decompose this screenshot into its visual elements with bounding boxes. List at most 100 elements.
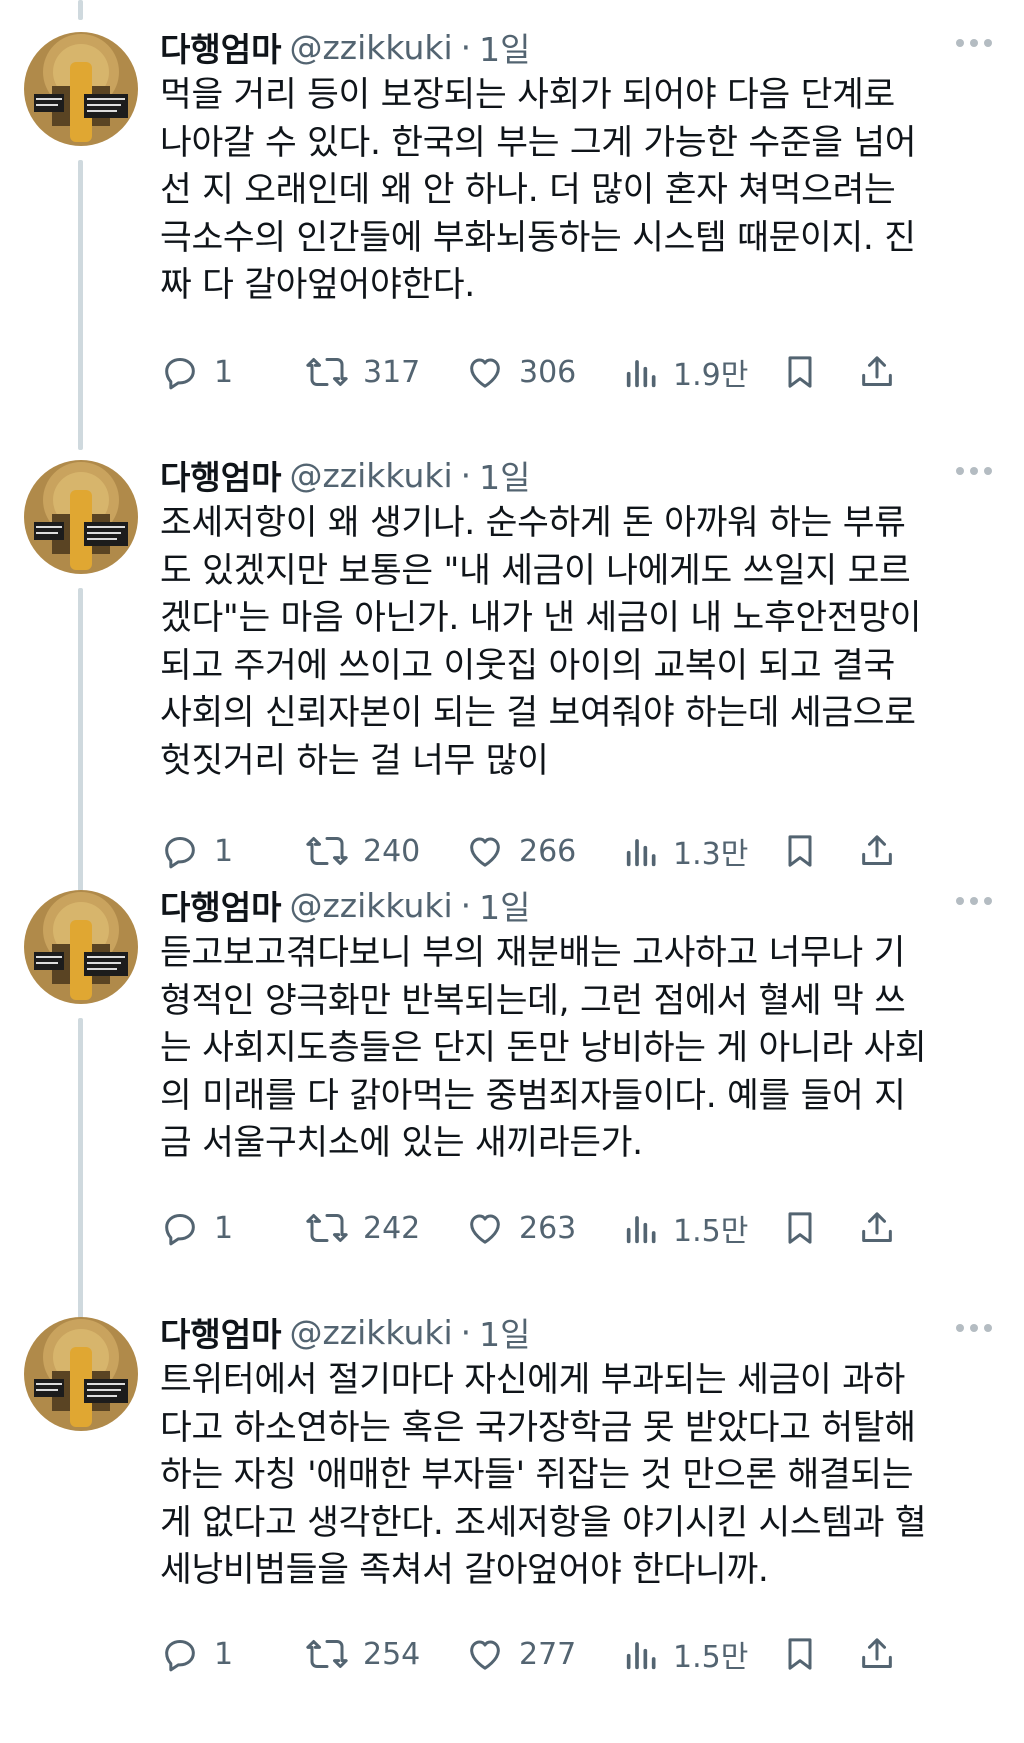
like-count: 263 [519, 1210, 577, 1246]
reply-icon [165, 1214, 195, 1246]
share-icon [862, 356, 892, 386]
share-button[interactable] [857, 1629, 897, 1679]
reply-button[interactable]: 1 [160, 1629, 233, 1679]
tweet-text-line: 형적인 양극화만 반복되는데, 그런 점에서 혈세 막 쓰 [160, 980, 906, 1021]
tweet-header: 다행엄마 @zzikkuki · 1일 [160, 450, 531, 500]
repost-button[interactable]: 242 [305, 1203, 420, 1253]
author-handle[interactable]: @zzikkuki [289, 456, 452, 495]
avatar-image [24, 890, 138, 1004]
timestamp[interactable]: 1일 [479, 1308, 530, 1356]
tweet[interactable]: 다행엄마 @zzikkuki · 1일 트위터에서 절기마다 자신에게 부과되는… [0, 1285, 1024, 1743]
author-name[interactable]: 다행엄마 [160, 23, 281, 71]
like-icon [470, 1214, 500, 1244]
bookmark-button[interactable] [780, 1203, 820, 1253]
like-icon [470, 1640, 500, 1670]
author-handle[interactable]: @zzikkuki [289, 1313, 452, 1352]
timestamp[interactable]: 1일 [479, 451, 530, 499]
reply-button[interactable]: 1 [160, 347, 233, 397]
views-button[interactable]: 1.9만 [625, 347, 748, 397]
tweet[interactable]: 다행엄마 @zzikkuki · 1일 먹을 거리 등이 보장되는 사회가 되어… [0, 0, 1024, 428]
share-icon [862, 1212, 892, 1242]
tweet-text-line: 나아갈 수 있다. 한국의 부는 그게 가능한 수준을 넘어 [160, 122, 917, 163]
action-bar: 1 242 263 1.5만 [160, 1203, 1010, 1253]
tweet-text-line: 도 있겠지만 보통은 "내 세금이 나에게도 쓰일지 모르 [160, 550, 911, 591]
share-button[interactable] [857, 1203, 897, 1253]
views-count: 1.5만 [673, 1214, 749, 1249]
reply-count: 1 [214, 1636, 234, 1672]
separator-dot: · [460, 885, 472, 925]
bookmark-button[interactable] [780, 347, 820, 397]
separator-dot: · [460, 27, 472, 67]
tweet-header: 다행엄마 @zzikkuki · 1일 [160, 880, 531, 930]
repost-button[interactable]: 254 [305, 1629, 420, 1679]
like-icon [470, 358, 500, 388]
views-button[interactable]: 1.5만 [625, 1629, 748, 1679]
reply-button[interactable]: 1 [160, 1203, 233, 1253]
bookmark-icon [788, 1638, 812, 1670]
timestamp[interactable]: 1일 [479, 881, 530, 929]
repost-icon [306, 1214, 348, 1242]
more-icon[interactable] [956, 464, 994, 478]
tweet-text-line: 트위터에서 절기마다 자신에게 부과되는 세금이 과하 [160, 1360, 906, 1400]
tweet-text-line: 의 미래를 다 갉아먹는 중범죄자들이다. 예를 들어 지 [160, 1075, 906, 1116]
more-icon[interactable] [956, 1321, 994, 1335]
tweet-text: 먹을 거리 등이 보장되는 사회가 되어야 다음 단계로 나아갈 수 있다. 한… [160, 72, 1000, 310]
tweet-text-line: 다고 하소연하는 혹은 국가장학금 못 받았다고 허탈해 [160, 1407, 916, 1448]
timestamp[interactable]: 1일 [479, 23, 530, 71]
tweet-text-line: 헛짓거리 하는 걸 너무 많이 [160, 740, 549, 781]
author-name[interactable]: 다행엄마 [160, 1308, 281, 1356]
views-button[interactable]: 1.5만 [625, 1203, 748, 1253]
more-icon[interactable] [956, 36, 994, 50]
action-bar: 1 317 306 1.9만 [160, 347, 1010, 397]
tweet-text-line: 금 서울구치소에 있는 새끼라든가. [160, 1123, 643, 1163]
like-count: 306 [519, 354, 577, 390]
tweet-text-line: 사회의 신뢰자본이 되는 걸 보여줘야 하는데 세금으로 [160, 693, 916, 733]
repost-count: 242 [363, 1210, 421, 1246]
repost-icon [306, 1640, 348, 1668]
tweet-text-line: 먹을 거리 등이 보장되는 사회가 되어야 다음 단계로 [160, 75, 895, 115]
tweet-thread: 다행엄마 @zzikkuki · 1일 먹을 거리 등이 보장되는 사회가 되어… [0, 0, 1024, 1743]
avatar[interactable] [24, 890, 138, 1004]
tweet-text-line: 게 없다고 생각한다. 조세저항을 야기시킨 시스템과 혈 [160, 1502, 927, 1543]
tweet-text-line: 짜 다 갈아엎어야한다. [160, 265, 475, 305]
tweet[interactable]: 다행엄마 @zzikkuki · 1일 듣고보고겪다보니 부의 재분배는 고사하… [0, 858, 1024, 1285]
views-count: 1.5만 [673, 1640, 749, 1675]
views-icon [626, 360, 656, 388]
like-button[interactable]: 263 [465, 1203, 576, 1253]
author-handle[interactable]: @zzikkuki [289, 886, 452, 925]
like-button[interactable]: 277 [465, 1629, 576, 1679]
author-name[interactable]: 다행엄마 [160, 451, 281, 499]
repost-count: 317 [363, 354, 421, 390]
tweet-text-line: 극소수의 인간들에 부화뇌동하는 시스템 때문이지. 진 [160, 217, 916, 258]
tweet-text-line: 겠다"는 마음 아닌가. 내가 낸 세금이 내 노후안전망이 [160, 598, 922, 638]
avatar-image [24, 460, 138, 574]
reply-icon [165, 1640, 195, 1672]
avatar[interactable] [24, 32, 138, 146]
reply-count: 1 [214, 1210, 234, 1246]
reply-count: 1 [214, 354, 234, 390]
views-count: 1.9만 [673, 358, 749, 393]
bookmark-icon [788, 356, 812, 388]
tweet-text-line: 하는 자칭 '애매한 부자들' 쥐잡는 것 만으론 해결되는 [160, 1455, 914, 1495]
tweet-text-line: 세낭비범들을 족쳐서 갈아엎어야 한다니까. [160, 1550, 769, 1590]
tweet-text: 듣고보고겪다보니 부의 재분배는 고사하고 너무나 기 형적인 양극화만 반복되… [160, 930, 1000, 1168]
tweet[interactable]: 다행엄마 @zzikkuki · 1일 조세저항이 왜 생기나. 순수하게 돈 … [0, 428, 1024, 872]
author-handle[interactable]: @zzikkuki [289, 28, 452, 67]
like-button[interactable]: 306 [465, 347, 576, 397]
tweet-text-line: 조세저항이 왜 생기나. 순수하게 돈 아까워 하는 부류 [160, 503, 906, 543]
views-icon [626, 1216, 656, 1244]
action-bar: 1 254 277 1.5만 [160, 1629, 1010, 1679]
more-icon[interactable] [956, 894, 994, 908]
bookmark-button[interactable] [780, 1629, 820, 1679]
avatar[interactable] [24, 1317, 138, 1431]
share-button[interactable] [857, 347, 897, 397]
avatar[interactable] [24, 460, 138, 574]
tweet-text-line: 는 사회지도층들은 단지 돈만 낭비하는 게 아니라 사회 [160, 1028, 927, 1068]
tweet-text: 조세저항이 왜 생기나. 순수하게 돈 아까워 하는 부류 도 있겠지만 보통은… [160, 500, 1000, 785]
author-name[interactable]: 다행엄마 [160, 881, 281, 929]
tweet-header: 다행엄마 @zzikkuki · 1일 [160, 1307, 531, 1357]
tweet-text: 트위터에서 절기마다 자신에게 부과되는 세금이 과하 다고 하소연하는 혹은 … [160, 1357, 1000, 1595]
repost-button[interactable]: 317 [305, 347, 420, 397]
views-icon [626, 1642, 656, 1670]
separator-dot: · [460, 455, 472, 495]
